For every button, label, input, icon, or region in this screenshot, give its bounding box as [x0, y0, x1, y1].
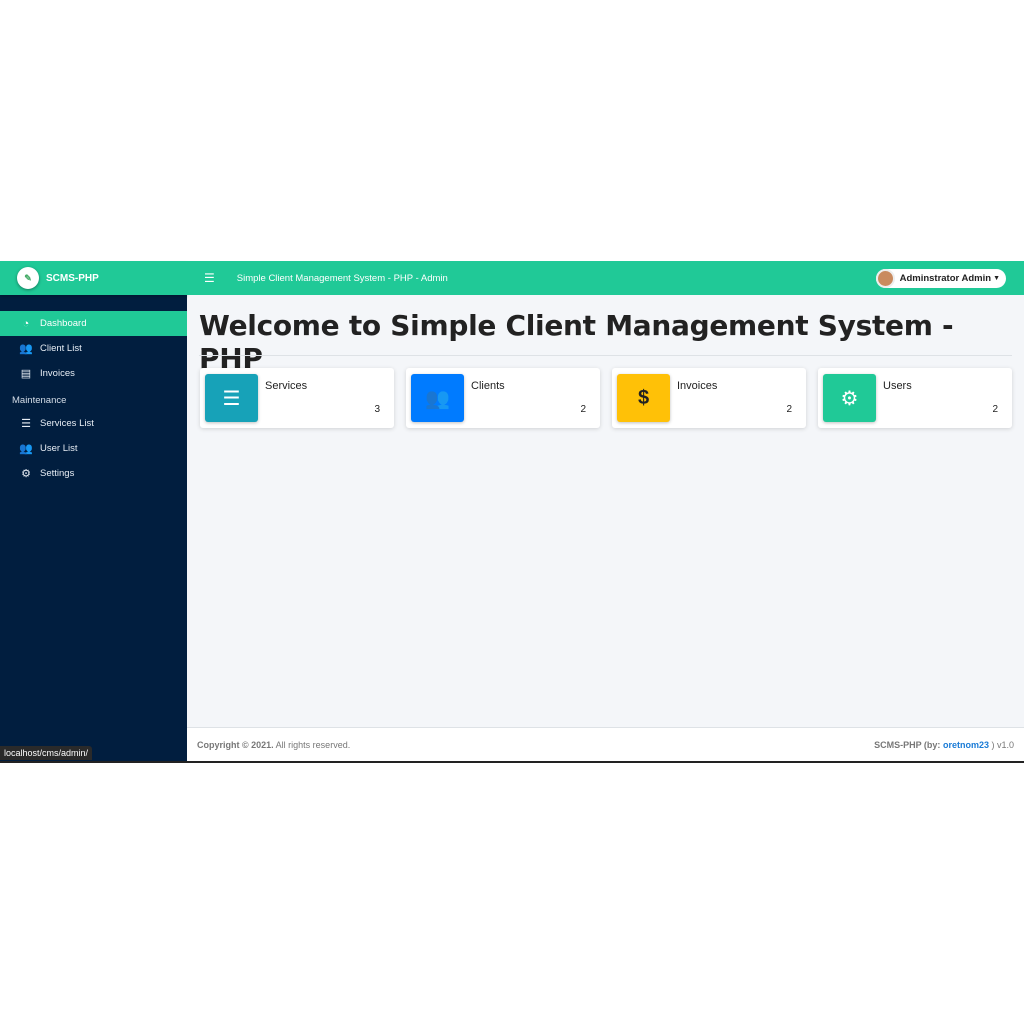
- tachometer-icon: ◔: [22, 317, 30, 330]
- info-box-value: 2: [580, 404, 586, 415]
- rights-text: All rights reserved.: [275, 739, 351, 750]
- sidebar-item-invoices[interactable]: ▤ Invoices: [0, 361, 187, 386]
- menu-toggle-icon[interactable]: ☰: [204, 271, 215, 285]
- users-cog-icon: ⚙: [823, 374, 876, 422]
- status-bar-url: localhost/cms/admin/: [0, 746, 93, 760]
- info-box-users: ⚙ Users 2: [818, 368, 1012, 428]
- footer: Copyright © 2021. All rights reserved. S…: [187, 727, 1024, 761]
- brand-name: SCMS-PHP: [46, 272, 99, 284]
- page-title: Welcome to Simple Client Management Syst…: [199, 309, 954, 375]
- users-cog-icon: 👥: [19, 443, 33, 455]
- divider: [199, 355, 1012, 356]
- list-icon: ☰: [205, 374, 258, 422]
- brand-link[interactable]: ✎ SCMS-PHP: [0, 261, 187, 295]
- sidebar-item-client-list[interactable]: 👥 Client List: [0, 336, 187, 361]
- info-box-services: ☰ Services 3: [200, 368, 394, 428]
- app: ✎ SCMS-PHP ◔ Dashboard 👥 Client List ▤ Invoi…: [0, 261, 1024, 763]
- caret-down-icon: ▼: [993, 275, 1000, 282]
- info-box-label: Users: [883, 380, 912, 392]
- sidebar-section-header: Maintenance: [12, 394, 67, 406]
- version: ) v1.0: [991, 739, 1014, 750]
- logo-icon: ✎: [17, 267, 39, 289]
- sidebar-item-label: Services List: [40, 418, 94, 429]
- sidebar-item-user-list[interactable]: 👥 User List: [0, 436, 187, 461]
- sidebar-item-label: Client List: [40, 343, 82, 354]
- sidebar: ✎ SCMS-PHP ◔ Dashboard 👥 Client List ▤ Invoi…: [0, 261, 187, 761]
- cogs-icon: ⚙: [21, 468, 31, 480]
- info-box-label: Invoices: [677, 380, 718, 392]
- author-link[interactable]: oretnom23: [943, 740, 989, 750]
- topbar: ☰ Simple Client Management System - PHP …: [187, 261, 1024, 295]
- sidebar-item-label: User List: [40, 443, 78, 454]
- sidebar-item-settings[interactable]: ⚙ Settings: [0, 461, 187, 486]
- sidebar-item-dashboard[interactable]: ◔ Dashboard: [0, 311, 187, 336]
- user-menu-dropdown[interactable]: Adminstrator Admin ▼: [875, 269, 1006, 288]
- sidebar-item-label: Dashboard: [40, 318, 87, 329]
- user-name: Adminstrator Admin: [899, 273, 992, 284]
- file-invoice-icon: ▤: [20, 368, 32, 380]
- sidebar-item-label: Settings: [40, 468, 75, 479]
- users-icon: 👥: [19, 343, 33, 355]
- copyright-year: Copyright © 2021.: [197, 739, 274, 750]
- info-box-label: Clients: [471, 380, 505, 392]
- avatar: [875, 269, 895, 288]
- info-box-value: 2: [992, 404, 998, 415]
- info-box-clients: 👥 Clients 2: [406, 368, 600, 428]
- credit: SCMS-PHP (by: oretnom23 ) v1.0: [874, 740, 1014, 750]
- info-box-value: 2: [786, 404, 792, 415]
- credit-prefix: SCMS-PHP (by:: [874, 739, 941, 750]
- info-box-label: Services: [265, 380, 308, 392]
- list-icon: ☰: [21, 418, 31, 430]
- copyright: Copyright © 2021. All rights reserved.: [197, 740, 350, 750]
- info-box-invoices: $ Invoices 2: [612, 368, 806, 428]
- topbar-title: Simple Client Management System - PHP - …: [236, 272, 448, 284]
- sidebar-item-services-list[interactable]: ☰ Services List: [0, 411, 187, 436]
- sidebar-item-label: Invoices: [40, 368, 75, 379]
- file-invoice-dollar-icon: $: [617, 374, 670, 422]
- info-box-value: 3: [374, 404, 380, 415]
- users-icon: 👥: [411, 374, 464, 422]
